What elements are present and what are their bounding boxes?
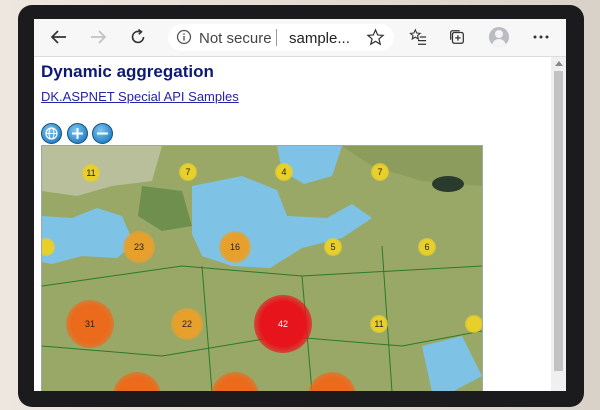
- cluster-marker[interactable]: 23: [123, 231, 155, 263]
- cluster-marker[interactable]: 11: [82, 164, 100, 182]
- cluster-marker[interactable]: 42: [254, 295, 312, 353]
- url-text[interactable]: sample...: [289, 30, 350, 47]
- cluster-marker[interactable]: 22: [171, 308, 203, 340]
- forward-button[interactable]: [86, 25, 110, 49]
- forward-arrow-icon: [91, 30, 107, 44]
- favorites-list-icon: [409, 28, 427, 45]
- zoom-out-icon: [97, 132, 108, 135]
- star-icon[interactable]: [366, 28, 385, 47]
- scroll-thumb[interactable]: [554, 71, 563, 371]
- refresh-button[interactable]: [126, 25, 150, 49]
- address-divider: [276, 29, 277, 46]
- refresh-icon: [131, 28, 145, 44]
- cluster-marker[interactable]: 16: [219, 231, 251, 263]
- menu-button[interactable]: [529, 25, 553, 49]
- cluster-marker[interactable]: 7: [179, 163, 197, 181]
- globe-icon: [45, 127, 58, 140]
- page-content: Dynamic aggregation DK.ASPNET Special AP…: [34, 57, 551, 391]
- avatar-head: [495, 30, 503, 38]
- info-icon[interactable]: [176, 29, 192, 45]
- cluster-marker[interactable]: 11: [370, 315, 388, 333]
- cluster-marker[interactable]: 5: [324, 238, 342, 256]
- back-arrow-icon: [50, 30, 66, 44]
- security-label: Not secure: [199, 30, 272, 47]
- cluster-marker[interactable]: 6: [418, 238, 436, 256]
- scroll-up-arrow[interactable]: [555, 61, 563, 66]
- cluster-marker[interactable]: [465, 315, 482, 333]
- collections-button[interactable]: [445, 25, 469, 49]
- address-bar[interactable]: Not secure sample...: [168, 24, 394, 51]
- map-base: [42, 146, 482, 391]
- page-title: Dynamic aggregation: [41, 62, 214, 81]
- cluster-marker[interactable]: 4: [275, 163, 293, 181]
- globe-tool-button[interactable]: [41, 123, 62, 144]
- map-view[interactable]: 11 7 4 7 23 16 5 6 31 22 42 11: [41, 145, 483, 391]
- vertical-scrollbar[interactable]: [551, 57, 566, 391]
- avatar[interactable]: [489, 27, 509, 47]
- samples-link[interactable]: DK.ASPNET Special API Samples: [41, 89, 239, 104]
- zoom-in-button[interactable]: [67, 123, 88, 144]
- more-icon: [533, 35, 549, 39]
- cluster-marker[interactable]: 31: [66, 300, 114, 348]
- collections-icon: [450, 30, 464, 44]
- avatar-body: [492, 39, 506, 47]
- zoom-out-button[interactable]: [92, 123, 113, 144]
- back-button[interactable]: [47, 25, 71, 49]
- favorites-button[interactable]: [406, 25, 430, 49]
- zoom-in-icon: [72, 128, 83, 139]
- browser-toolbar: Not secure sample...: [34, 19, 566, 57]
- browser-window: Not secure sample... Dynamic aggregation…: [34, 19, 566, 391]
- cluster-marker[interactable]: 7: [371, 163, 389, 181]
- lake-area: [432, 176, 464, 192]
